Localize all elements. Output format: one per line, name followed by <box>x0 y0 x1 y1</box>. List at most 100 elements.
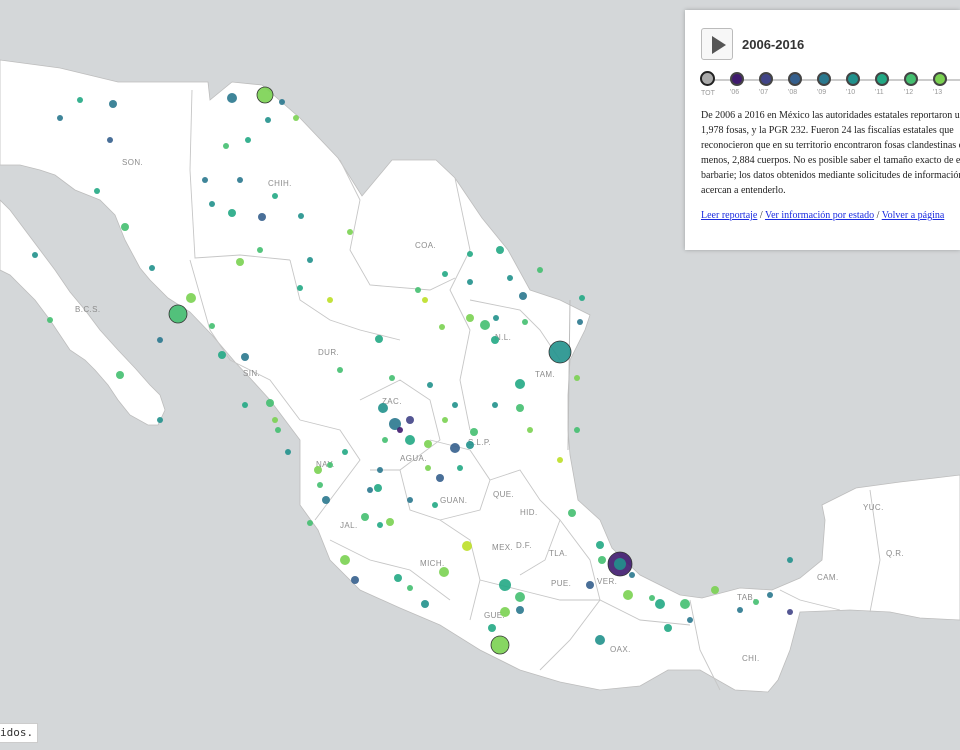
timeline-year[interactable]: '07 <box>759 72 788 96</box>
grave-marker[interactable] <box>378 403 388 413</box>
grave-marker[interactable] <box>32 252 38 258</box>
grave-marker[interactable] <box>340 555 350 565</box>
grave-marker[interactable] <box>753 599 759 605</box>
grave-marker[interactable] <box>439 567 449 577</box>
grave-marker[interactable] <box>218 351 226 359</box>
grave-marker[interactable] <box>490 635 510 655</box>
grave-marker[interactable] <box>480 320 490 330</box>
grave-marker[interactable] <box>361 513 369 521</box>
grave-marker[interactable] <box>467 251 473 257</box>
timeline-year[interactable]: '06 <box>730 72 759 96</box>
grave-marker[interactable] <box>394 574 402 582</box>
timeline-year[interactable]: '10 <box>846 72 875 96</box>
grave-marker[interactable] <box>298 213 304 219</box>
timeline-year[interactable]: '09 <box>817 72 846 96</box>
grave-marker[interactable] <box>297 285 303 291</box>
grave-marker[interactable] <box>337 367 343 373</box>
grave-marker[interactable] <box>737 607 743 613</box>
grave-marker[interactable] <box>374 484 382 492</box>
grave-marker[interactable] <box>327 462 333 468</box>
grave-marker[interactable] <box>351 576 359 584</box>
grave-marker[interactable] <box>342 449 348 455</box>
grave-marker[interactable] <box>450 443 460 453</box>
grave-marker[interactable] <box>397 427 403 433</box>
grave-marker[interactable] <box>386 518 394 526</box>
grave-marker[interactable] <box>327 297 333 303</box>
grave-marker[interactable] <box>574 375 580 381</box>
timeline-year[interactable]: '13 <box>933 72 960 96</box>
grave-marker[interactable] <box>452 402 458 408</box>
grave-marker[interactable] <box>241 353 249 361</box>
grave-marker[interactable] <box>279 99 285 105</box>
by-state-link[interactable]: Ver información por estado <box>765 210 874 221</box>
grave-marker[interactable] <box>519 292 527 300</box>
grave-marker[interactable] <box>424 440 432 448</box>
grave-marker[interactable] <box>109 100 117 108</box>
grave-marker[interactable] <box>236 258 244 266</box>
grave-marker[interactable] <box>272 417 278 423</box>
grave-marker[interactable] <box>442 417 448 423</box>
grave-marker[interactable] <box>516 606 524 614</box>
grave-marker[interactable] <box>655 599 665 609</box>
grave-marker[interactable] <box>407 585 413 591</box>
grave-marker[interactable] <box>237 177 243 183</box>
grave-marker[interactable] <box>227 93 237 103</box>
grave-marker[interactable] <box>202 177 208 183</box>
grave-marker[interactable] <box>557 457 563 463</box>
grave-marker[interactable] <box>293 115 299 121</box>
grave-marker[interactable] <box>488 624 496 632</box>
grave-marker[interactable] <box>496 246 504 254</box>
grave-marker[interactable] <box>462 541 472 551</box>
grave-marker[interactable] <box>457 465 463 471</box>
grave-marker[interactable] <box>258 213 266 221</box>
grave-marker[interactable] <box>439 324 445 330</box>
grave-marker[interactable] <box>493 315 499 321</box>
grave-marker[interactable] <box>377 467 383 473</box>
grave-marker[interactable] <box>116 371 124 379</box>
timeline-year[interactable]: '12 <box>904 72 933 96</box>
grave-marker[interactable] <box>107 137 113 143</box>
grave-marker[interactable] <box>47 317 53 323</box>
grave-marker[interactable] <box>649 595 655 601</box>
grave-marker[interactable] <box>467 279 473 285</box>
grave-marker[interactable] <box>664 624 672 632</box>
grave-marker[interactable] <box>568 509 576 517</box>
grave-marker[interactable] <box>767 592 773 598</box>
grave-marker[interactable] <box>614 558 626 570</box>
play-button[interactable] <box>701 28 733 60</box>
grave-marker[interactable] <box>121 223 129 231</box>
grave-marker[interactable] <box>507 275 513 281</box>
grave-marker[interactable] <box>245 137 251 143</box>
grave-marker[interactable] <box>492 402 498 408</box>
timeline-year[interactable]: TOT <box>700 71 730 97</box>
timeline-year[interactable]: '08 <box>788 72 817 96</box>
grave-marker[interactable] <box>209 201 215 207</box>
grave-marker[interactable] <box>415 287 421 293</box>
grave-marker[interactable] <box>307 520 313 526</box>
grave-marker[interactable] <box>228 209 236 217</box>
grave-marker[interactable] <box>432 502 438 508</box>
grave-marker[interactable] <box>256 86 274 104</box>
grave-marker[interactable] <box>377 522 383 528</box>
grave-marker[interactable] <box>322 496 330 504</box>
grave-marker[interactable] <box>711 586 719 594</box>
grave-marker[interactable] <box>407 497 413 503</box>
grave-marker[interactable] <box>307 257 313 263</box>
grave-marker[interactable] <box>515 592 525 602</box>
grave-marker[interactable] <box>223 143 229 149</box>
grave-marker[interactable] <box>272 193 278 199</box>
grave-marker[interactable] <box>680 599 690 609</box>
grave-marker[interactable] <box>574 427 580 433</box>
grave-marker[interactable] <box>77 97 83 103</box>
grave-marker[interactable] <box>382 437 388 443</box>
grave-marker[interactable] <box>347 229 353 235</box>
grave-marker[interactable] <box>275 427 281 433</box>
read-report-link[interactable]: Leer reportaje <box>701 210 757 221</box>
grave-marker[interactable] <box>515 379 525 389</box>
grave-marker[interactable] <box>586 581 594 589</box>
grave-marker[interactable] <box>186 293 196 303</box>
grave-marker[interactable] <box>389 375 395 381</box>
grave-marker[interactable] <box>168 304 188 324</box>
grave-marker[interactable] <box>629 572 635 578</box>
grave-marker[interactable] <box>577 319 583 325</box>
